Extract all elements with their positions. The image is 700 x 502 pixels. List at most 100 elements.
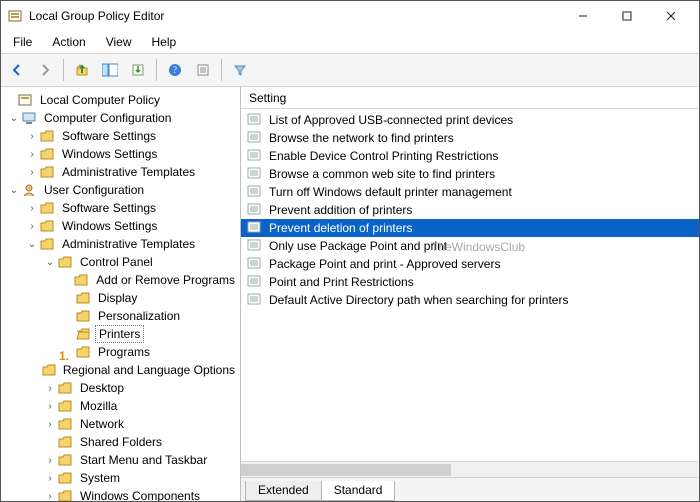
expander-icon[interactable]: › — [43, 383, 57, 394]
tree-cc-windows[interactable]: ›Windows Settings — [3, 145, 240, 163]
list-item[interactable]: Turn off Windows default printer managem… — [241, 183, 699, 201]
list-item[interactable]: Default Active Directory path when searc… — [241, 291, 699, 309]
list-item[interactable]: Point and Print Restrictions — [241, 273, 699, 291]
folder-icon — [57, 471, 73, 485]
list-item[interactable]: Package Point and print - Approved serve… — [241, 255, 699, 273]
expander-icon[interactable]: › — [25, 167, 39, 178]
policy-icon — [17, 93, 33, 107]
folder-icon — [57, 489, 73, 501]
tab-standard[interactable]: Standard — [321, 481, 396, 501]
tree-network[interactable]: ›Network — [3, 415, 240, 433]
tree-root[interactable]: Local Computer Policy — [3, 91, 240, 109]
expander-icon[interactable]: › — [25, 203, 39, 214]
callout-1: 1. — [59, 349, 69, 363]
tree-cp-personalization[interactable]: Personalization — [3, 307, 240, 325]
list-item[interactable]: List of Approved USB-connected print dev… — [241, 111, 699, 129]
back-button[interactable] — [5, 58, 29, 82]
properties-button[interactable] — [191, 58, 215, 82]
tree-desktop[interactable]: ›Desktop — [3, 379, 240, 397]
tree-cp-printers[interactable]: Printers — [3, 325, 240, 343]
expander-icon[interactable]: ⌄ — [25, 239, 39, 250]
expander-icon[interactable]: ⌄ — [7, 185, 21, 196]
tree-windows-components[interactable]: ›Windows Components — [3, 487, 240, 501]
list-item-label: Point and Print Restrictions — [269, 275, 414, 289]
tree-uc-windows[interactable]: ›Windows Settings — [3, 217, 240, 235]
show-hide-tree-button[interactable] — [98, 58, 122, 82]
titlebar: Local Group Policy Editor — [1, 1, 699, 31]
folder-icon — [57, 399, 73, 413]
help-button[interactable]: ? — [163, 58, 187, 82]
setting-icon — [247, 167, 263, 181]
expander-icon[interactable]: › — [25, 131, 39, 142]
tree-computer-config[interactable]: ⌄Computer Configuration — [3, 109, 240, 127]
list-item-label: Only use Package Point and print — [269, 239, 447, 253]
window-title: Local Group Policy Editor — [29, 9, 164, 23]
tree-cc-admin[interactable]: ›Administrative Templates — [3, 163, 240, 181]
tree-shared-folders[interactable]: Shared Folders — [3, 433, 240, 451]
expander-icon[interactable]: › — [43, 473, 57, 484]
menubar: File Action View Help — [1, 31, 699, 53]
setting-icon — [247, 185, 263, 199]
list-item[interactable]: Prevent addition of printers — [241, 201, 699, 219]
tree-cp-addremove[interactable]: Add or Remove Programs — [3, 271, 240, 289]
tab-extended[interactable]: Extended — [245, 481, 322, 501]
list-item-label: Browse a common web site to find printer… — [269, 167, 495, 181]
settings-pane: Setting 2. TheWindowsClub List of Approv… — [241, 87, 699, 501]
menu-file[interactable]: File — [5, 33, 40, 51]
setting-icon — [247, 149, 263, 163]
horizontal-scrollbar[interactable] — [241, 461, 699, 477]
folder-icon — [75, 309, 91, 323]
expander-icon[interactable]: ⌄ — [43, 257, 57, 268]
folder-icon — [39, 201, 55, 215]
list-item[interactable]: Prevent deletion of printers — [241, 219, 699, 237]
setting-icon — [247, 221, 263, 235]
list-item[interactable]: Browse the network to find printers — [241, 129, 699, 147]
scrollbar-thumb[interactable] — [241, 464, 451, 476]
user-icon — [21, 183, 37, 197]
expander-icon[interactable]: › — [25, 221, 39, 232]
folder-icon — [75, 291, 91, 305]
list-item[interactable]: Only use Package Point and print — [241, 237, 699, 255]
expander-icon[interactable]: ⌄ — [7, 113, 21, 124]
menu-view[interactable]: View — [98, 33, 140, 51]
filter-button[interactable] — [228, 58, 252, 82]
setting-icon — [247, 293, 263, 307]
tree-mozilla[interactable]: ›Mozilla — [3, 397, 240, 415]
tree-uc-admin[interactable]: ⌄Administrative Templates — [3, 235, 240, 253]
export-list-button[interactable] — [126, 58, 150, 82]
folder-icon — [57, 453, 73, 467]
expander-icon[interactable]: › — [43, 491, 57, 502]
settings-list[interactable]: 2. TheWindowsClub List of Approved USB-c… — [241, 109, 699, 461]
list-item[interactable]: Enable Device Control Printing Restricti… — [241, 147, 699, 165]
tree-start-menu[interactable]: ›Start Menu and Taskbar — [3, 451, 240, 469]
close-button[interactable] — [649, 1, 693, 31]
expander-icon[interactable]: › — [43, 401, 57, 412]
up-button[interactable] — [70, 58, 94, 82]
tree-control-panel[interactable]: ⌄Control Panel — [3, 253, 240, 271]
menu-help[interactable]: Help — [144, 33, 185, 51]
tree-user-config[interactable]: ⌄User Configuration — [3, 181, 240, 199]
expander-icon[interactable]: › — [43, 419, 57, 430]
menu-action[interactable]: Action — [44, 33, 93, 51]
body: Local Computer Policy ⌄Computer Configur… — [1, 87, 699, 501]
expander-icon[interactable]: › — [25, 149, 39, 160]
column-header-setting[interactable]: Setting — [241, 87, 699, 109]
folder-open-icon — [75, 327, 91, 341]
list-item-label: Turn off Windows default printer managem… — [269, 185, 512, 199]
list-item-label: Prevent addition of printers — [269, 203, 412, 217]
tree-system[interactable]: ›System — [3, 469, 240, 487]
tree-cp-display[interactable]: Display — [3, 289, 240, 307]
forward-button[interactable] — [33, 58, 57, 82]
maximize-button[interactable] — [605, 1, 649, 31]
expander-icon[interactable]: › — [43, 455, 57, 466]
folder-icon — [39, 237, 55, 251]
tree-pane[interactable]: Local Computer Policy ⌄Computer Configur… — [1, 87, 241, 501]
list-item-label: Package Point and print - Approved serve… — [269, 257, 500, 271]
list-item[interactable]: Browse a common web site to find printer… — [241, 165, 699, 183]
tree-cp-programs[interactable]: Programs — [3, 343, 240, 361]
tree-cp-regional[interactable]: Regional and Language Options — [3, 361, 240, 379]
tree-uc-software[interactable]: ›Software Settings — [3, 199, 240, 217]
tree-cc-software[interactable]: ›Software Settings — [3, 127, 240, 145]
minimize-button[interactable] — [561, 1, 605, 31]
setting-icon — [247, 257, 263, 271]
